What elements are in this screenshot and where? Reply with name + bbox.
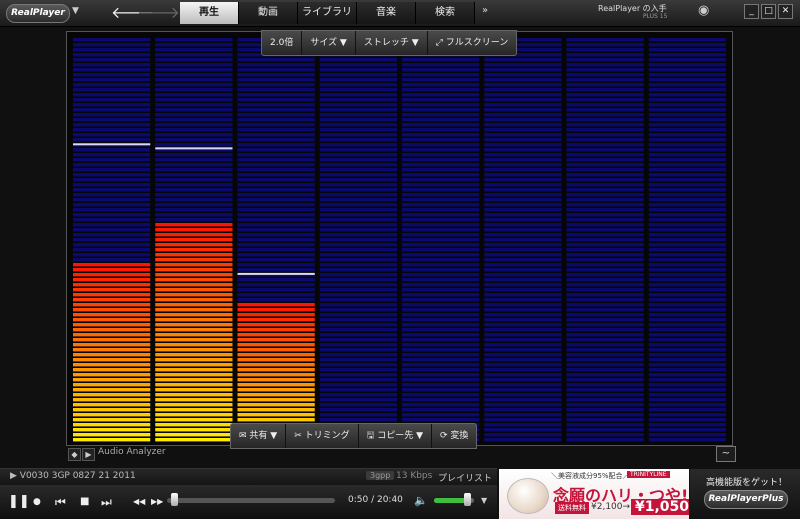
maximize-button[interactable]: □: [761, 4, 776, 19]
video-toolbar: 2.0倍 サイズ ▼ ストレッチ ▼ ⤢ フルスクリーン: [261, 30, 518, 56]
analyzer-bar: [73, 38, 151, 442]
disk-icon: 🖫: [366, 431, 375, 441]
eye-icon[interactable]: ◉: [698, 3, 709, 18]
copy-to-button[interactable]: 🖫 コピー先 ▼: [359, 424, 432, 448]
free-shipping-badge: 送料無料: [555, 502, 589, 514]
visualizer-next-icon[interactable]: ▶: [82, 448, 95, 461]
visualizer-settings-icon[interactable]: ◆: [68, 448, 81, 461]
realplayer-logo[interactable]: RealPlayer: [6, 4, 70, 23]
share-label: 共有 ▼: [249, 431, 278, 441]
audio-analyzer: [73, 38, 726, 442]
analyzer-peak-marker: [73, 143, 151, 146]
analyzer-peak-marker: [155, 147, 233, 150]
play-indicator-icon: ▶: [10, 471, 17, 481]
forward-arrow-icon[interactable]: 🡒: [137, 2, 180, 22]
upsell-panel: 高機能版をゲット！ RealPlayerPlus: [690, 469, 800, 519]
stretch-dropdown[interactable]: ストレッチ ▼: [356, 31, 428, 55]
convert-button[interactable]: ⟳ 変換: [432, 424, 476, 448]
tabs-more-icon[interactable]: »: [482, 5, 488, 16]
cream-jar-image: [507, 478, 549, 514]
time-display: 0:50 / 20:40: [348, 495, 403, 505]
now-playing: ▶ V0030 3GP 0827 21 2011: [10, 471, 136, 481]
volume-menu-icon[interactable]: ▼: [481, 496, 487, 505]
minimize-button[interactable]: _: [744, 4, 759, 19]
ad-tagline: ＼美容液成分95%配合／: [551, 472, 630, 480]
tab-search[interactable]: 検索: [416, 2, 475, 24]
share-button[interactable]: ✉ 共有 ▼: [231, 424, 287, 448]
analyzer-bar: [484, 38, 562, 442]
convert-label: 変換: [450, 431, 469, 441]
fullscreen-label: フルスクリーン: [445, 38, 509, 48]
bitrate: 13 Kbps: [396, 471, 433, 481]
fullscreen-button[interactable]: ⤢ フルスクリーン: [428, 31, 517, 55]
envelope-icon: ✉: [239, 431, 247, 441]
copy-to-label: コピー先 ▼: [377, 431, 423, 441]
realplayer-plus-button[interactable]: RealPlayerPlus: [704, 490, 788, 509]
volume-handle[interactable]: [463, 493, 471, 506]
rewind-button[interactable]: ◀◀: [133, 494, 145, 510]
visualizer-label-row: ◆ ▶ Audio Analyzer: [66, 447, 733, 461]
ad-price: ¥1,050: [631, 499, 689, 515]
analyzer-bar: [566, 38, 644, 442]
trim-button[interactable]: ✂ トリミング: [286, 424, 359, 448]
seek-bar[interactable]: [167, 498, 335, 503]
waveform-icon[interactable]: ~: [716, 446, 736, 462]
action-toolbar: ✉ 共有 ▼ ✂ トリミング 🖫 コピー先 ▼ ⟳ 変換: [230, 423, 478, 449]
analyzer-bar: [648, 38, 726, 442]
analyzer-bar: [319, 38, 397, 442]
tab-play[interactable]: 再生: [180, 2, 239, 24]
status-bar: ▶ V0030 3GP 0827 21 2011 3gpp 13 Kbps プレ…: [0, 468, 497, 485]
ad-old-price: ¥2,100→: [591, 502, 631, 512]
main-tabs: 再生 動画 ライブラリ 音楽 検索: [180, 2, 475, 24]
close-button[interactable]: ✕: [778, 4, 793, 19]
stop-button[interactable]: ■: [80, 494, 89, 510]
analyzer-peak-marker: [237, 272, 315, 275]
chevron-down-icon[interactable]: ▼: [72, 6, 79, 16]
promo-subtitle: PLUS 15: [643, 13, 668, 20]
pause-button[interactable]: ❚❚: [8, 494, 30, 510]
format-badge: 3gpp: [366, 471, 395, 480]
filename: V0030 3GP 0827 21 2011: [19, 471, 136, 481]
seek-handle[interactable]: [170, 493, 178, 506]
scissors-icon: ✂: [294, 431, 302, 441]
volume-fill: [434, 498, 467, 503]
fast-forward-button[interactable]: ▶▶: [151, 494, 163, 510]
zoom-button[interactable]: 2.0倍: [262, 31, 303, 55]
top-bar: RealPlayer ▼ 🡐 🡒 再生 動画 ライブラリ 音楽 検索 » Rea…: [0, 0, 800, 27]
convert-icon: ⟳: [440, 431, 448, 441]
analyzer-bar: [237, 38, 315, 442]
previous-button[interactable]: ⏮: [55, 494, 66, 510]
trim-label: トリミング: [304, 431, 350, 441]
video-area[interactable]: [66, 31, 733, 446]
tab-library[interactable]: ライブラリ: [298, 2, 357, 24]
tab-video[interactable]: 動画: [239, 2, 298, 24]
ad-brand: TRINITYLINE: [627, 471, 670, 478]
analyzer-bar: [402, 38, 480, 442]
analyzer-bar: [155, 38, 233, 442]
upsell-text: 高機能版をゲット！: [706, 478, 788, 488]
visualizer-name: Audio Analyzer: [98, 447, 166, 457]
volume-icon[interactable]: 🔈: [414, 494, 428, 507]
playlist-button[interactable]: プレイリスト: [438, 471, 492, 484]
ad-banner[interactable]: ＼美容液成分95%配合／ TRINITYLINE 念願のハリ・つや! 送料無料 …: [499, 469, 689, 519]
next-button[interactable]: ⏭: [101, 494, 112, 510]
size-dropdown[interactable]: サイズ ▼: [302, 31, 356, 55]
tab-music[interactable]: 音楽: [357, 2, 416, 24]
record-dot-button[interactable]: ●: [33, 494, 41, 510]
fullscreen-icon: ⤢: [435, 38, 443, 48]
